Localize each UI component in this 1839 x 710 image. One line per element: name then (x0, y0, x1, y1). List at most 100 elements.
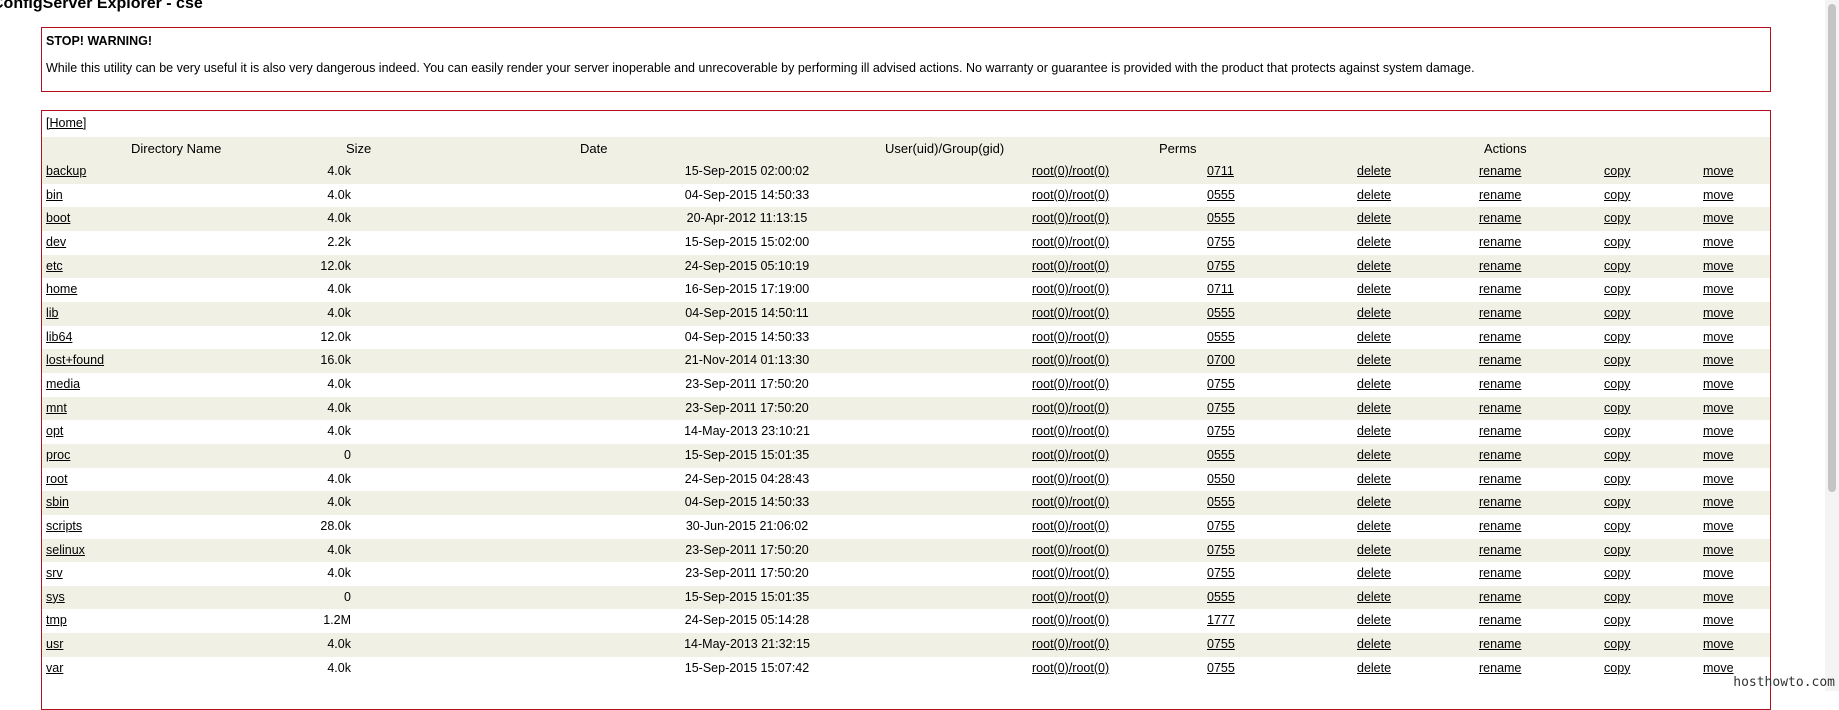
directory-name-link[interactable]: sbin (46, 495, 69, 509)
owner-link[interactable]: root(0)/root(0) (1032, 566, 1109, 580)
move-link[interactable]: move (1703, 613, 1734, 627)
move-link[interactable]: move (1703, 519, 1734, 533)
copy-link[interactable]: copy (1604, 306, 1630, 320)
delete-link[interactable]: delete (1357, 566, 1391, 580)
rename-link[interactable]: rename (1479, 188, 1521, 202)
move-link[interactable]: move (1703, 330, 1734, 344)
copy-link[interactable]: copy (1604, 424, 1630, 438)
move-link[interactable]: move (1703, 211, 1734, 225)
rename-link[interactable]: rename (1479, 211, 1521, 225)
owner-link[interactable]: root(0)/root(0) (1032, 282, 1109, 296)
delete-link[interactable]: delete (1357, 353, 1391, 367)
copy-link[interactable]: copy (1604, 495, 1630, 509)
delete-link[interactable]: delete (1357, 637, 1391, 651)
rename-link[interactable]: rename (1479, 424, 1521, 438)
copy-link[interactable]: copy (1604, 590, 1630, 604)
rename-link[interactable]: rename (1479, 164, 1521, 178)
owner-link[interactable]: root(0)/root(0) (1032, 164, 1109, 178)
delete-link[interactable]: delete (1357, 377, 1391, 391)
directory-name-link[interactable]: usr (46, 637, 63, 651)
move-link[interactable]: move (1703, 353, 1734, 367)
copy-link[interactable]: copy (1604, 519, 1630, 533)
copy-link[interactable]: copy (1604, 401, 1630, 415)
owner-link[interactable]: root(0)/root(0) (1032, 613, 1109, 627)
move-link[interactable]: move (1703, 235, 1734, 249)
rename-link[interactable]: rename (1479, 661, 1521, 675)
copy-link[interactable]: copy (1604, 259, 1630, 273)
move-link[interactable]: move (1703, 282, 1734, 296)
move-link[interactable]: move (1703, 401, 1734, 415)
home-link[interactable]: [Home] (46, 116, 86, 130)
move-link[interactable]: move (1703, 472, 1734, 486)
move-link[interactable]: move (1703, 259, 1734, 273)
rename-link[interactable]: rename (1479, 401, 1521, 415)
delete-link[interactable]: delete (1357, 211, 1391, 225)
rename-link[interactable]: rename (1479, 613, 1521, 627)
move-link[interactable]: move (1703, 188, 1734, 202)
owner-link[interactable]: root(0)/root(0) (1032, 401, 1109, 415)
owner-link[interactable]: root(0)/root(0) (1032, 330, 1109, 344)
owner-link[interactable]: root(0)/root(0) (1032, 306, 1109, 320)
delete-link[interactable]: delete (1357, 495, 1391, 509)
move-link[interactable]: move (1703, 306, 1734, 320)
move-link[interactable]: move (1703, 164, 1734, 178)
rename-link[interactable]: rename (1479, 235, 1521, 249)
vertical-scrollbar[interactable] (1825, 0, 1839, 691)
copy-link[interactable]: copy (1604, 637, 1630, 651)
perms-link[interactable]: 0700 (1207, 353, 1235, 367)
rename-link[interactable]: rename (1479, 590, 1521, 604)
copy-link[interactable]: copy (1604, 377, 1630, 391)
directory-name-link[interactable]: var (46, 661, 63, 675)
copy-link[interactable]: copy (1604, 188, 1630, 202)
move-link[interactable]: move (1703, 495, 1734, 509)
perms-link[interactable]: 0755 (1207, 235, 1235, 249)
directory-name-link[interactable]: lib64 (46, 330, 72, 344)
move-link[interactable]: move (1703, 543, 1734, 557)
move-link[interactable]: move (1703, 637, 1734, 651)
copy-link[interactable]: copy (1604, 353, 1630, 367)
directory-name-link[interactable]: etc (46, 259, 63, 273)
owner-link[interactable]: root(0)/root(0) (1032, 543, 1109, 557)
copy-link[interactable]: copy (1604, 472, 1630, 486)
directory-name-link[interactable]: dev (46, 235, 66, 249)
delete-link[interactable]: delete (1357, 661, 1391, 675)
perms-link[interactable]: 0555 (1207, 590, 1235, 604)
perms-link[interactable]: 0755 (1207, 259, 1235, 273)
directory-name-link[interactable]: proc (46, 448, 70, 462)
directory-name-link[interactable]: srv (46, 566, 63, 580)
rename-link[interactable]: rename (1479, 519, 1521, 533)
delete-link[interactable]: delete (1357, 306, 1391, 320)
copy-link[interactable]: copy (1604, 448, 1630, 462)
owner-link[interactable]: root(0)/root(0) (1032, 235, 1109, 249)
perms-link[interactable]: 0755 (1207, 401, 1235, 415)
rename-link[interactable]: rename (1479, 282, 1521, 296)
delete-link[interactable]: delete (1357, 472, 1391, 486)
move-link[interactable]: move (1703, 377, 1734, 391)
copy-link[interactable]: copy (1604, 613, 1630, 627)
owner-link[interactable]: root(0)/root(0) (1032, 495, 1109, 509)
perms-link[interactable]: 0555 (1207, 306, 1235, 320)
scrollbar-thumb[interactable] (1828, 4, 1836, 492)
copy-link[interactable]: copy (1604, 282, 1630, 296)
delete-link[interactable]: delete (1357, 330, 1391, 344)
rename-link[interactable]: rename (1479, 566, 1521, 580)
perms-link[interactable]: 0755 (1207, 637, 1235, 651)
move-link[interactable]: move (1703, 661, 1734, 675)
copy-link[interactable]: copy (1604, 211, 1630, 225)
delete-link[interactable]: delete (1357, 613, 1391, 627)
copy-link[interactable]: copy (1604, 235, 1630, 249)
rename-link[interactable]: rename (1479, 472, 1521, 486)
perms-link[interactable]: 0711 (1207, 282, 1234, 296)
owner-link[interactable]: root(0)/root(0) (1032, 661, 1109, 675)
perms-link[interactable]: 1777 (1207, 613, 1235, 627)
delete-link[interactable]: delete (1357, 235, 1391, 249)
perms-link[interactable]: 0550 (1207, 472, 1235, 486)
copy-link[interactable]: copy (1604, 330, 1630, 344)
move-link[interactable]: move (1703, 424, 1734, 438)
delete-link[interactable]: delete (1357, 164, 1391, 178)
directory-name-link[interactable]: backup (46, 164, 86, 178)
directory-name-link[interactable]: root (46, 472, 68, 486)
perms-link[interactable]: 0755 (1207, 424, 1235, 438)
copy-link[interactable]: copy (1604, 566, 1630, 580)
rename-link[interactable]: rename (1479, 306, 1521, 320)
